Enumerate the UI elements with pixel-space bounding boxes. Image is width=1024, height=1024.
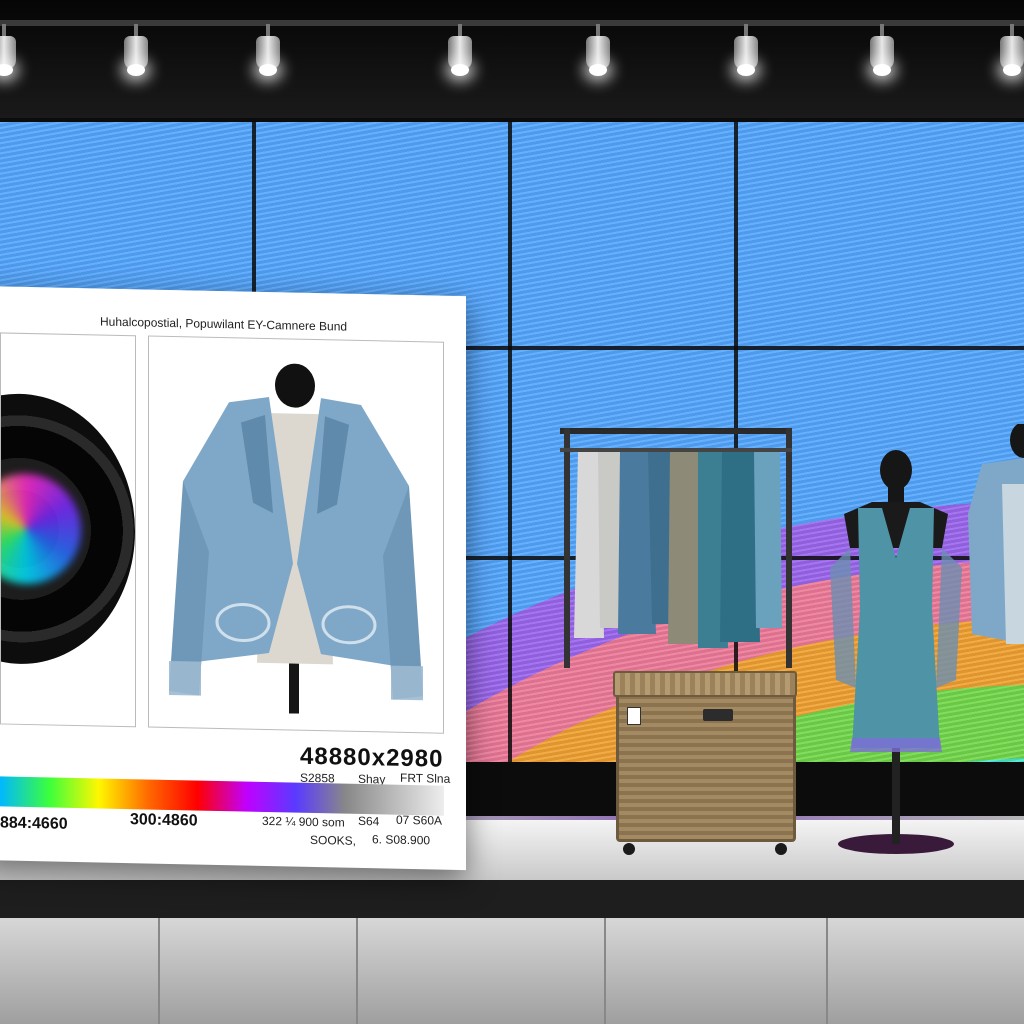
spec-text: FRT Slna [400,770,451,786]
blue-jacket-image [169,363,423,714]
spotlight-icon [448,24,472,76]
spotlight-icon [734,24,758,76]
spotlight-icon [124,24,148,76]
clothing-rack [560,428,792,668]
jacket-mannequin-right [968,424,1024,644]
scale-label-mid: 300:4860 [130,811,198,830]
spotlight-icon [1000,24,1024,76]
spotlight-icon [586,24,610,76]
spec-text: 07 S60A [396,812,443,828]
panel-title: Huhalcopostial, Popuwilant EY-Camnere Bu… [100,314,348,334]
spec-text: SOOKS, [310,832,357,848]
storefront-scene: Huhalcopostial, Popuwilant EY-Camnere Bu… [0,0,1024,1024]
camera-card [0,332,136,728]
dress-mannequin [830,450,962,854]
spotlight-icon [0,24,16,76]
video-wall-seam [508,122,512,762]
spec-text: 322 ¼ 900 som [262,813,345,830]
wicker-hamper [613,671,797,855]
spotlight-icon [870,24,894,76]
tile-floor [0,918,1024,1024]
spec-text: S64 [358,813,380,829]
spotlight-icon [256,24,280,76]
spec-text: 6. S08.900 [372,832,431,848]
ledge-base [0,880,1024,918]
scale-label-left: 884:4660 [0,814,68,833]
resolution-number: 48880x2980 [300,742,444,773]
product-info-panel: Huhalcopostial, Popuwilant EY-Camnere Bu… [0,286,466,871]
jacket-card [148,335,444,734]
